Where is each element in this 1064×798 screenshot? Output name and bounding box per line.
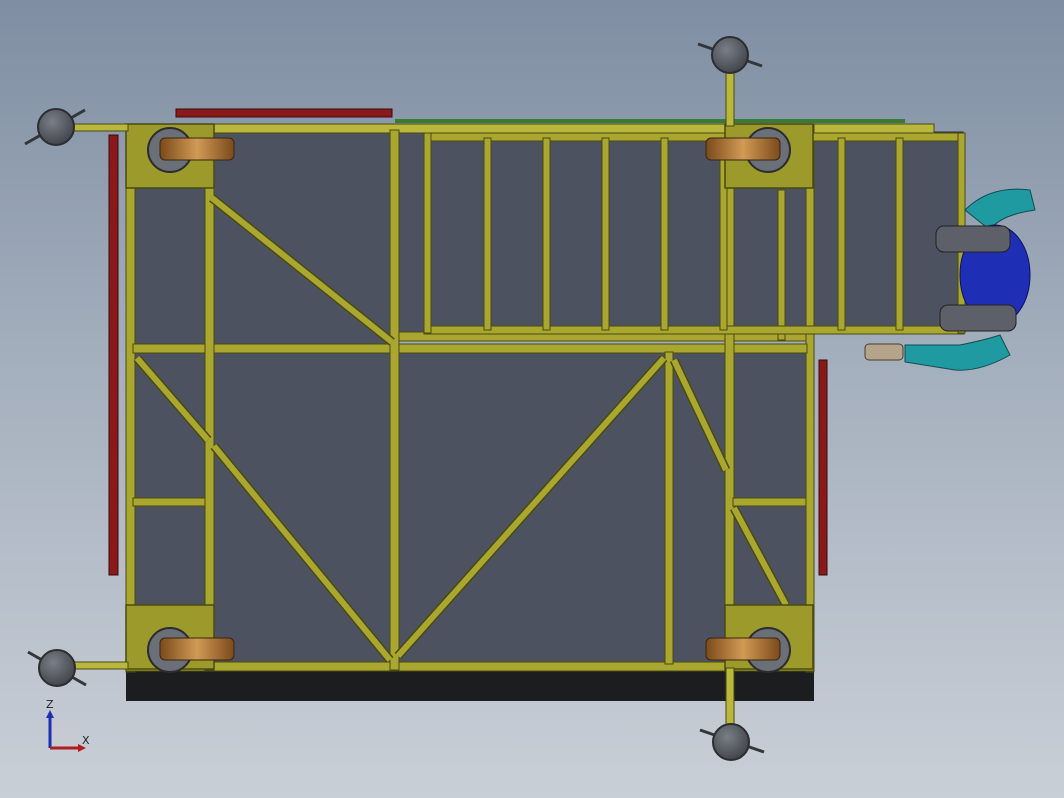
right-red-rail xyxy=(818,359,828,576)
leveling-foot-icon xyxy=(697,36,763,74)
leveling-foot-icon xyxy=(699,723,765,761)
top-green-strip xyxy=(395,119,905,123)
x-axis-label: X xyxy=(82,734,90,747)
left-red-rail xyxy=(108,134,119,576)
z-axis-label: Z xyxy=(46,698,54,711)
cad-viewport[interactable] xyxy=(0,0,1064,798)
axis-triad-labels: Z X xyxy=(40,696,100,756)
base-band xyxy=(126,670,814,701)
top-red-rail xyxy=(175,108,393,118)
